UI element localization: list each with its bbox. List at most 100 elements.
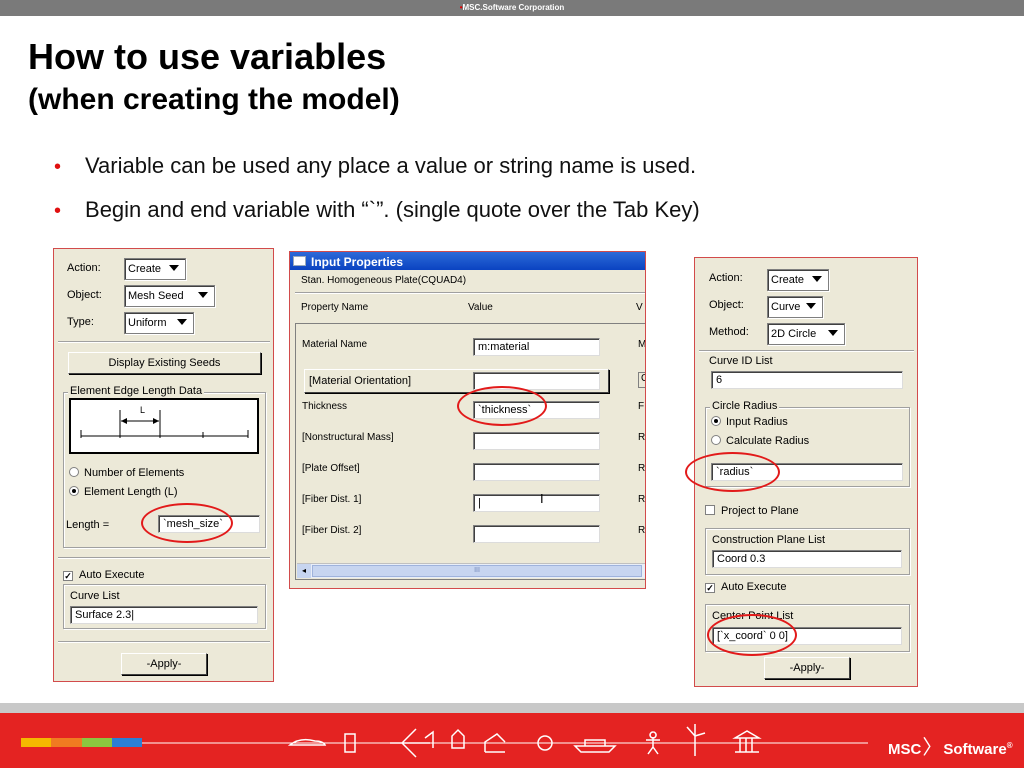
curve-list-input[interactable]: Surface 2.3| [70, 606, 258, 624]
highlight-ring [707, 614, 797, 656]
input-properties-window: Input Properties Stan. Homogeneous Plate… [289, 251, 646, 589]
object-dropdown[interactable]: Curve [767, 296, 823, 318]
object-label: Object: [67, 289, 102, 301]
scroll-left-icon[interactable]: ◂ [297, 564, 311, 578]
msc-software-logo: MSC〉Software® [888, 737, 1013, 759]
group-label: Circle Radius [710, 400, 780, 412]
prop-r: R [638, 525, 646, 536]
apply-button[interactable]: -Apply- [764, 657, 850, 679]
dropdown-arrow-icon [828, 330, 838, 336]
checkmark-icon: ✓ [63, 571, 73, 581]
group-label: Element Edge Length Data [68, 385, 205, 397]
ship-icon [573, 739, 617, 753]
radio-calculate-radius[interactable]: Calculate Radius [711, 435, 809, 447]
prop-r: F [638, 401, 645, 412]
window-title-bar[interactable]: Input Properties [290, 252, 645, 270]
action-label: Action: [67, 262, 101, 274]
curve-id-label: Curve ID List [709, 355, 773, 367]
plane-list-label: Construction Plane List [712, 534, 826, 546]
prop-value-input[interactable]: | [473, 494, 600, 512]
construction-plane-group: Construction Plane List Coord 0.3 [705, 528, 910, 575]
dropdown-arrow-icon [198, 292, 208, 298]
prop-name: [Fiber Dist. 1] [302, 494, 362, 505]
company-name: MSC.Software Corporation [462, 3, 565, 12]
prop-r: R [638, 463, 646, 474]
divider [295, 292, 645, 294]
column-value: Value [468, 302, 493, 313]
dropdown-arrow-icon [806, 303, 816, 309]
color-swatch [51, 738, 82, 747]
length-label: Length = [66, 519, 110, 531]
radio-number-of-elements[interactable]: Number of Elements [69, 467, 184, 479]
highlight-ring [685, 452, 780, 492]
prop-r: R [638, 494, 646, 505]
prop-value-input[interactable] [473, 525, 600, 543]
bullet-2: • Begin and end variable with “`”. (singl… [54, 197, 700, 222]
color-swatch [21, 738, 52, 747]
radio-input-radius[interactable]: Input Radius [711, 416, 788, 428]
type-dropdown[interactable]: Uniform [124, 312, 194, 334]
method-dropdown[interactable]: 2D Circle [767, 323, 845, 345]
prop-name: Thickness [302, 401, 348, 412]
bullet-1: • Variable can be used any place a value … [54, 153, 697, 178]
industry-icons [142, 724, 868, 758]
action-dropdown[interactable]: Create [767, 269, 829, 291]
footer-bar: MSC〉Software® [0, 703, 1024, 768]
rocket-icon [451, 728, 465, 749]
auto-execute-checkbox[interactable]: ✓ Auto Execute [63, 569, 144, 581]
prop-name: [Plate Offset] [302, 463, 360, 474]
plane-list-input[interactable]: Coord 0.3 [712, 550, 902, 568]
slide-title: How to use variables [28, 36, 387, 77]
checkmark-icon: ✓ [705, 583, 715, 593]
apply-button[interactable]: -Apply- [121, 653, 207, 675]
horizontal-scrollbar[interactable]: ◂ III [297, 563, 645, 578]
highlight-ring [141, 503, 233, 543]
slide-subtitle: (when creating the model) [28, 83, 400, 116]
action-dropdown[interactable]: Create [124, 258, 186, 280]
display-existing-seeds-button[interactable]: Display Existing Seeds [68, 352, 261, 374]
color-swatch [81, 738, 112, 747]
divider [58, 341, 270, 343]
prop-name: [Nonstructural Mass] [302, 432, 394, 443]
dropdown-arrow-icon [177, 319, 187, 325]
divider [58, 641, 270, 643]
prop-r: C [638, 372, 645, 388]
column-v: V [636, 302, 643, 313]
dropdown-arrow-icon [812, 276, 822, 282]
prop-name: Material Name [302, 339, 368, 350]
dropdown-arrow-icon [169, 265, 179, 271]
radio-icon [69, 467, 79, 477]
prop-r: R [638, 432, 646, 443]
object-dropdown[interactable]: Mesh Seed [124, 285, 215, 307]
divider [699, 350, 914, 352]
prop-value-input[interactable]: m:material [473, 338, 600, 356]
action-label: Action: [709, 272, 743, 284]
diagram-l-label: L [140, 405, 146, 415]
radio-element-length[interactable]: Element Length (L) [69, 486, 178, 498]
curve-list-group: Curve List Surface 2.3| [63, 584, 266, 629]
prop-value-input[interactable] [473, 432, 600, 450]
wind-turbine-icon [686, 724, 706, 756]
window-icon [293, 256, 306, 266]
mesh-seed-panel: Action: Create Object: Mesh Seed Type: U… [53, 248, 274, 682]
prop-name: [Fiber Dist. 2] [302, 525, 362, 536]
checkbox-icon [705, 505, 715, 515]
scroll-thumb[interactable]: III [312, 565, 642, 577]
radio-selected-icon [69, 486, 79, 496]
car-icon [287, 738, 327, 746]
project-to-plane-checkbox[interactable]: Project to Plane [705, 505, 799, 517]
highlight-ring [457, 386, 547, 426]
prop-value-input[interactable] [473, 463, 600, 481]
airplane-icon [390, 728, 434, 758]
length-diagram-svg [80, 410, 249, 438]
method-label: Method: [709, 326, 749, 338]
element-type-label: Stan. Homogeneous Plate(CQUAD4) [301, 275, 467, 286]
auto-execute-checkbox[interactable]: ✓ Auto Execute [705, 581, 786, 593]
type-label: Type: [67, 316, 94, 328]
radio-selected-icon [711, 416, 721, 426]
color-stripe [21, 738, 142, 747]
object-label: Object: [709, 299, 744, 311]
edge-length-diagram: L [69, 398, 259, 454]
footer-strip [0, 703, 1024, 713]
curve-id-input[interactable]: 6 [711, 371, 903, 389]
